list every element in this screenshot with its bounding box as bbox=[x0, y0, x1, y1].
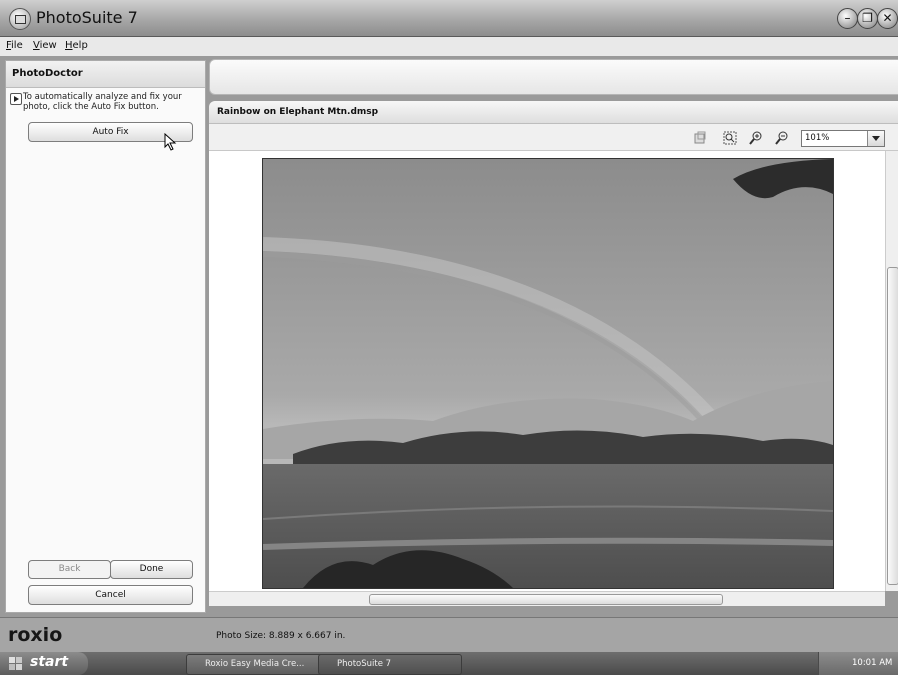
app-icon[interactable] bbox=[9, 8, 31, 30]
start-flag-icon bbox=[9, 657, 22, 670]
panel-title: PhotoDoctor bbox=[12, 68, 83, 79]
play-icon[interactable] bbox=[10, 93, 22, 105]
zoom-in-icon[interactable] bbox=[749, 131, 763, 145]
rainbow-photo[interactable] bbox=[262, 158, 834, 589]
chevron-down-icon[interactable] bbox=[867, 131, 884, 146]
taskbar-item-label: Roxio Easy Media Cre... bbox=[205, 659, 305, 669]
zoom-value: 101% bbox=[805, 133, 830, 143]
done-button[interactable]: Done bbox=[110, 560, 193, 579]
menu-file[interactable]: File bbox=[6, 40, 23, 51]
cancel-button[interactable]: Cancel bbox=[28, 585, 193, 605]
roxio-logo: roxio bbox=[8, 624, 63, 646]
window-title: PhotoSuite 7 bbox=[36, 8, 138, 27]
taskbar-item-label: PhotoSuite 7 bbox=[337, 659, 392, 669]
back-button[interactable]: Back bbox=[28, 560, 111, 579]
document-title: Rainbow on Elephant Mtn.dmsp bbox=[217, 107, 379, 117]
system-tray: 10:01 AM bbox=[818, 652, 898, 675]
photo-size-text: Photo Size: 8.889 x 6.667 in. bbox=[216, 631, 346, 641]
start-label: start bbox=[30, 654, 69, 670]
taskbar-item-roxio[interactable]: Roxio Easy Media Cre... bbox=[186, 654, 334, 675]
vertical-scroll-thumb[interactable] bbox=[887, 267, 898, 585]
menu-view[interactable]: View bbox=[33, 40, 57, 51]
mouse-cursor-icon bbox=[164, 133, 177, 151]
top-strip bbox=[209, 59, 898, 95]
horizontal-scroll-thumb[interactable] bbox=[369, 594, 723, 605]
menu-bar: File View Help bbox=[0, 37, 898, 57]
crop-icon[interactable] bbox=[693, 131, 707, 145]
restore-icon[interactable]: ❐ bbox=[857, 8, 878, 29]
view-toolbar: 101% bbox=[209, 124, 898, 151]
close-icon[interactable]: ✕ bbox=[877, 8, 898, 29]
document-header: Rainbow on Elephant Mtn.dmsp bbox=[209, 101, 898, 124]
menu-help[interactable]: Help bbox=[65, 40, 88, 51]
fit-icon[interactable] bbox=[723, 131, 737, 145]
taskbar: start Roxio Easy Media Cre... PhotoSuite… bbox=[0, 652, 898, 675]
clock: 10:01 AM bbox=[852, 658, 893, 668]
instruction-text: To automatically analyze and fix your ph… bbox=[23, 92, 182, 112]
zoom-select[interactable]: 101% bbox=[801, 130, 885, 147]
status-bar: roxio Photo Size: 8.889 x 6.667 in. bbox=[0, 617, 898, 652]
start-button[interactable]: start bbox=[0, 652, 88, 675]
vertical-scrollbar[interactable] bbox=[885, 151, 898, 591]
zoom-out-icon[interactable] bbox=[775, 131, 789, 145]
taskbar-item-photosuite[interactable]: PhotoSuite 7 bbox=[318, 654, 462, 675]
minimize-icon[interactable]: – bbox=[837, 8, 858, 29]
photodoctor-panel: PhotoDoctor To automatically analyze and… bbox=[5, 60, 206, 613]
title-bar: PhotoSuite 7 – ❐ ✕ bbox=[0, 0, 898, 37]
horizontal-scrollbar[interactable] bbox=[209, 591, 885, 606]
panel-header: PhotoDoctor bbox=[6, 61, 205, 88]
